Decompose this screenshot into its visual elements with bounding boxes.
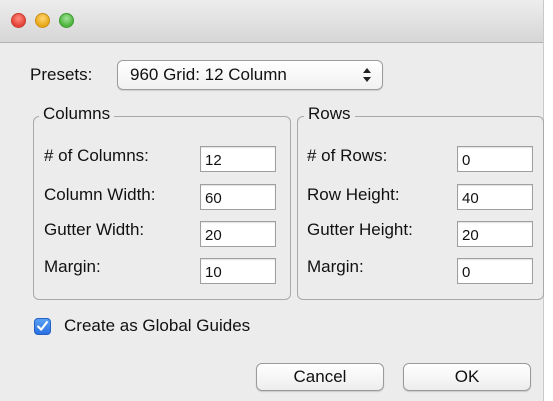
gutter-width-label: Gutter Width:: [44, 220, 145, 239]
title-bar[interactable]: [0, 0, 543, 43]
columns-count-label: # of Columns:: [44, 146, 149, 165]
columns-margin-input[interactable]: 10: [200, 258, 276, 284]
global-guides-label: Create as Global Guides: [64, 316, 251, 335]
close-window-button[interactable]: [11, 13, 26, 28]
columns-count-input[interactable]: 12: [200, 146, 276, 172]
minimize-window-button[interactable]: [35, 13, 50, 28]
rows-margin-label: Margin:: [307, 257, 364, 276]
row-height-input[interactable]: 40: [457, 184, 533, 210]
rows-margin-input[interactable]: 0: [457, 258, 533, 284]
gutter-width-input[interactable]: 20: [200, 221, 276, 247]
columns-group-title: Columns: [39, 104, 115, 124]
column-width-input[interactable]: 60: [200, 184, 276, 210]
zoom-window-button[interactable]: [59, 13, 74, 28]
global-guides-checkbox[interactable]: [34, 318, 51, 335]
gutter-height-input[interactable]: 20: [457, 221, 533, 247]
presets-label: Presets:: [30, 65, 93, 84]
presets-selected-value: 960 Grid: 12 Column: [130, 65, 287, 84]
column-width-label: Column Width:: [44, 185, 156, 204]
row-height-label: Row Height:: [307, 185, 400, 204]
new-guide-layout-dialog: Presets: 960 Grid: 12 Column Columns # o…: [0, 0, 544, 401]
checkmark-icon: [37, 321, 48, 331]
cancel-button[interactable]: Cancel: [256, 363, 384, 391]
rows-count-label: # of Rows:: [307, 146, 388, 165]
columns-margin-label: Margin:: [44, 257, 101, 276]
gutter-height-label: Gutter Height:: [307, 220, 413, 239]
rows-count-input[interactable]: 0: [457, 146, 533, 172]
updown-arrows-icon: [363, 68, 371, 82]
rows-group-title: Rows: [304, 104, 355, 124]
presets-dropdown[interactable]: 960 Grid: 12 Column: [117, 60, 383, 90]
ok-button[interactable]: OK: [403, 363, 531, 391]
